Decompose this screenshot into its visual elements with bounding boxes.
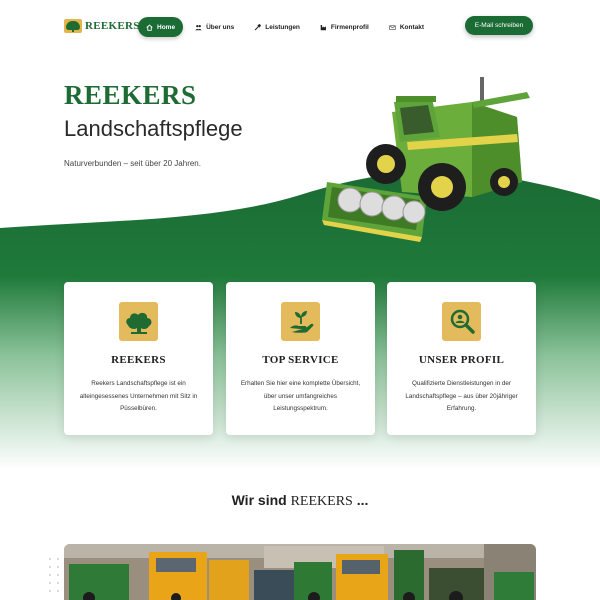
tree-icon	[119, 302, 158, 341]
email-button[interactable]: E-Mail schreiben	[465, 16, 533, 35]
top-navigation: REEKERS Home Über uns Leistungen Firmenp…	[0, 0, 600, 54]
search-person-icon	[442, 302, 481, 341]
hero-tagline: Naturverbunden – seit über 20 Jahren.	[64, 159, 201, 168]
nav-item-label: Firmenprofil	[330, 23, 369, 31]
nav-item-leistungen[interactable]: Leistungen	[246, 17, 308, 37]
hero-subtitle: Landschaftspflege	[64, 116, 243, 141]
card-title: TOP SERVICE	[262, 354, 339, 366]
tree-logo-icon	[64, 19, 82, 33]
about-heading-suffix: ...	[352, 492, 369, 508]
nav-item-kontakt[interactable]: Kontakt	[381, 17, 432, 37]
fleet-photo	[64, 544, 536, 600]
combine-harvester-image	[322, 77, 530, 242]
logo[interactable]: REEKERS	[64, 19, 140, 33]
nav-item-label: Über uns	[206, 23, 235, 31]
factory-icon	[320, 24, 326, 30]
about-heading-brand: REEKERS	[290, 494, 353, 509]
feature-card-unser-profil[interactable]: UNSER PROFIL Qualifizierte Dienstleistun…	[387, 282, 536, 435]
nav-item-label: Kontakt	[399, 23, 425, 31]
tools-icon	[254, 23, 262, 30]
card-text: Erhalten Sie hier eine komplette Übersic…	[240, 380, 361, 412]
nav-item-ueber-uns[interactable]: Über uns	[187, 17, 242, 37]
card-text: Qualifizierte Dienstleistungen in der La…	[405, 380, 518, 412]
main-menu: Home Über uns Leistungen Firmenprofil Ko…	[138, 17, 432, 37]
about-heading-prefix: Wir sind	[231, 492, 291, 508]
card-text: Reekers Landschaftspflege ist ein altein…	[79, 380, 198, 412]
logo-text: REEKERS	[85, 20, 140, 32]
feature-card-reekers[interactable]: REEKERS Reekers Landschaftspflege ist ei…	[64, 282, 213, 435]
hero-title: REEKERS	[64, 80, 197, 110]
feature-card-top-service[interactable]: TOP SERVICE Erhalten Sie hier eine kompl…	[226, 282, 375, 435]
mail-icon	[389, 24, 396, 30]
users-icon	[195, 24, 202, 30]
nav-item-label: Leistungen	[265, 23, 300, 31]
hand-plant-icon	[281, 302, 320, 341]
card-title: REEKERS	[111, 354, 166, 366]
card-title: UNSER PROFIL	[418, 354, 505, 366]
nav-item-firmenprofil[interactable]: Firmenprofil	[312, 17, 377, 37]
home-icon	[146, 23, 153, 31]
nav-item-home[interactable]: Home	[138, 17, 184, 37]
nav-item-label: Home	[157, 23, 176, 31]
about-heading: Wir sind REEKERS ...	[0, 492, 600, 510]
